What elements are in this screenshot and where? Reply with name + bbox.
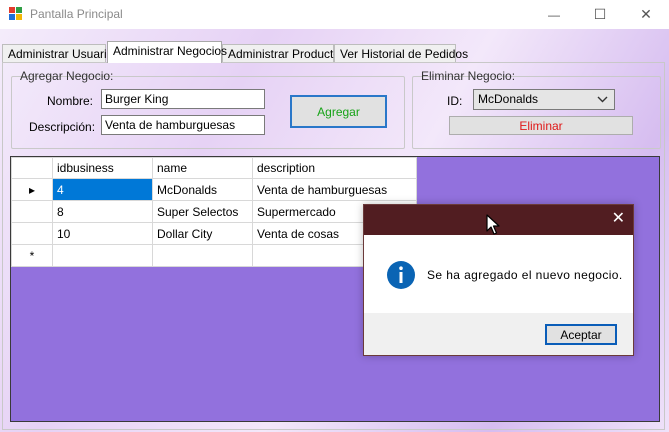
tab-ver-historial-pedidos[interactable]: Ver Historial de Pedidos bbox=[334, 44, 468, 63]
row-header[interactable] bbox=[11, 222, 53, 245]
name-input[interactable] bbox=[101, 89, 265, 109]
ok-button[interactable]: Aceptar bbox=[545, 324, 617, 345]
chevron-down-icon bbox=[597, 96, 608, 103]
delete-business-group-title: Eliminar Negocio: bbox=[421, 69, 516, 83]
window-titlebar: Pantalla Principal — ☐ ✕ bbox=[0, 0, 669, 29]
cell-idbusiness[interactable]: 4 bbox=[52, 178, 153, 201]
row-header[interactable] bbox=[11, 200, 53, 223]
current-row-indicator[interactable]: ▸ bbox=[11, 178, 53, 201]
new-row[interactable]: * bbox=[11, 244, 417, 267]
cell-name[interactable]: Dollar City bbox=[152, 222, 253, 245]
column-header-description[interactable]: description bbox=[252, 157, 417, 179]
grid-header-row: idbusiness name description bbox=[11, 157, 417, 179]
id-select[interactable]: McDonalds bbox=[473, 89, 615, 110]
minimize-icon: — bbox=[548, 7, 560, 22]
tab-administrar-usuarios[interactable]: Administrar Usuarios bbox=[2, 44, 119, 63]
table-row[interactable]: 10 Dollar City Venta de cosas bbox=[11, 222, 417, 245]
table-row[interactable]: ▸ 4 McDonalds Venta de hamburguesas bbox=[11, 178, 417, 201]
mouse-cursor-icon bbox=[486, 214, 500, 235]
cell-idbusiness[interactable]: 8 bbox=[52, 200, 153, 223]
business-table: idbusiness name description ▸ 4 McDonald… bbox=[11, 157, 417, 267]
maximize-icon: ☐ bbox=[593, 6, 607, 22]
cell-idbusiness[interactable] bbox=[52, 244, 153, 267]
name-label: Nombre: bbox=[47, 94, 94, 108]
maximize-button[interactable]: ☐ bbox=[577, 0, 623, 29]
window-title: Pantalla Principal bbox=[30, 7, 123, 21]
cell-idbusiness[interactable]: 10 bbox=[52, 222, 153, 245]
info-icon bbox=[387, 261, 415, 289]
close-icon: ✕ bbox=[611, 210, 625, 227]
id-label: ID: bbox=[447, 94, 463, 108]
add-business-group-title: Agregar Negocio: bbox=[20, 69, 114, 83]
row-arrow-icon: ▸ bbox=[28, 182, 36, 197]
minimize-button[interactable]: — bbox=[531, 0, 577, 29]
description-label: Descripción: bbox=[29, 120, 96, 134]
cell-description[interactable]: Venta de hamburguesas bbox=[252, 178, 417, 201]
add-business-group: Agregar Negocio: Nombre: Descripción: Ag… bbox=[11, 69, 405, 149]
column-header-idbusiness[interactable]: idbusiness bbox=[52, 157, 153, 179]
dialog-message: Se ha agregado el nuevo negocio. bbox=[427, 268, 623, 282]
grid-corner-header[interactable] bbox=[11, 157, 53, 179]
asterisk-icon: * bbox=[29, 248, 35, 263]
close-icon: ✕ bbox=[640, 6, 652, 22]
id-select-value: McDonalds bbox=[478, 92, 539, 106]
delete-button[interactable]: Eliminar bbox=[449, 116, 633, 135]
tab-administrar-productos[interactable]: Administrar Productos bbox=[222, 44, 346, 63]
new-row-indicator[interactable]: * bbox=[11, 244, 53, 267]
description-input[interactable] bbox=[101, 115, 265, 135]
cell-name[interactable]: Super Selectos bbox=[152, 200, 253, 223]
delete-business-group: Eliminar Negocio: ID: McDonalds Eliminar bbox=[412, 69, 661, 149]
dialog-close-button[interactable]: ✕ bbox=[612, 211, 625, 227]
close-window-button[interactable]: ✕ bbox=[623, 0, 669, 29]
cell-name[interactable] bbox=[152, 244, 253, 267]
add-button[interactable]: Agregar bbox=[290, 95, 387, 128]
tab-administrar-negocios[interactable]: Administrar Negocios bbox=[107, 41, 227, 63]
app-icon bbox=[9, 7, 23, 21]
cell-name[interactable]: McDonalds bbox=[152, 178, 253, 201]
dialog-footer: Aceptar bbox=[364, 313, 633, 355]
table-row[interactable]: 8 Super Selectos Supermercado bbox=[11, 200, 417, 223]
column-header-name[interactable]: name bbox=[152, 157, 253, 179]
